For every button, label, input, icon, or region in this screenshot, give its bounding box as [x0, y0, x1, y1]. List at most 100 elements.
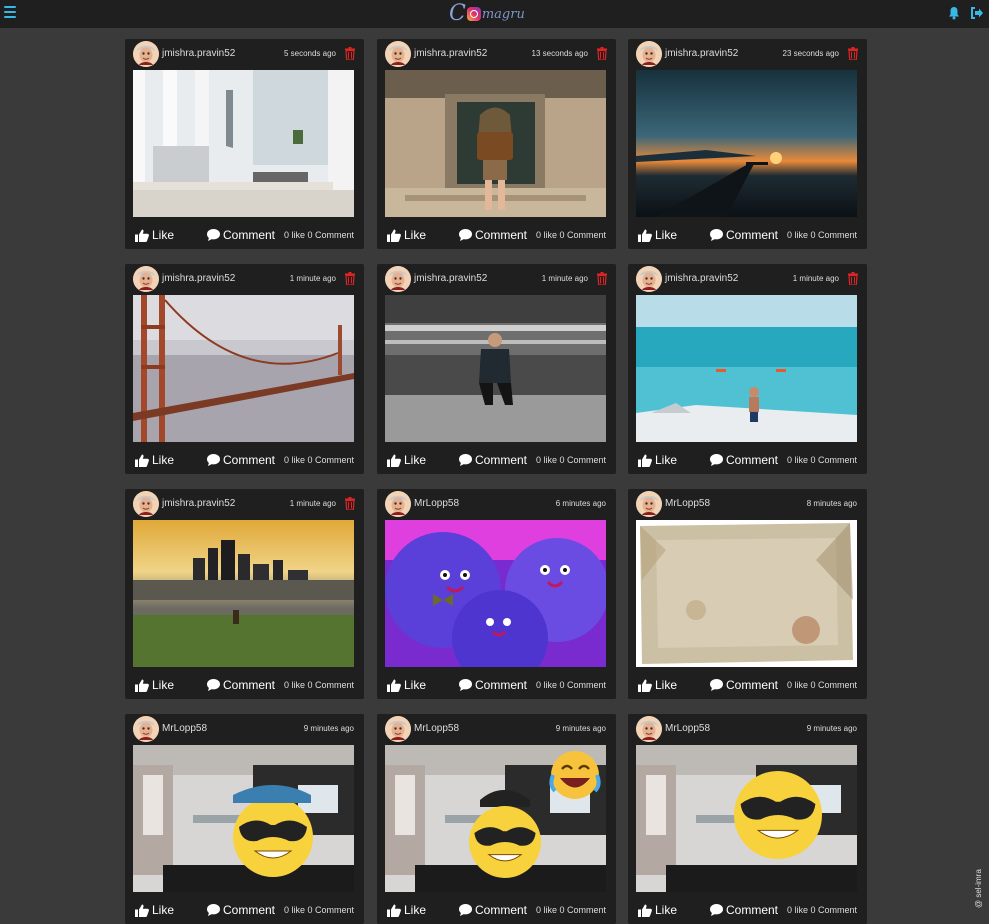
avatar[interactable] — [385, 716, 411, 742]
post-photo[interactable] — [385, 295, 606, 442]
delete-trash-icon[interactable] — [848, 272, 858, 286]
avatar[interactable] — [636, 41, 662, 67]
logout-icon[interactable] — [970, 6, 984, 20]
logo-initial: C — [449, 1, 466, 26]
like-label: Like — [655, 228, 678, 242]
like-button[interactable]: Like — [387, 903, 426, 917]
comment-button[interactable]: Comment — [207, 678, 275, 692]
post-username[interactable]: MrLopp58 — [414, 723, 459, 734]
post-username[interactable]: jmishra.pravin52 — [414, 48, 487, 59]
post-photo[interactable] — [636, 70, 857, 217]
post-stats: 0 like 0 Comment — [283, 230, 354, 240]
post-stats: 0 like 0 Comment — [786, 680, 857, 690]
like-label: Like — [404, 903, 427, 917]
post-card: MrLopp58 8 minutes ago Like Comment 0 li… — [628, 489, 867, 699]
comment-button[interactable]: Comment — [459, 903, 527, 917]
comment-button[interactable]: Comment — [710, 453, 778, 467]
delete-trash-icon[interactable] — [597, 47, 607, 61]
comment-button[interactable]: Comment — [207, 228, 275, 242]
like-label: Like — [404, 678, 427, 692]
post-photo[interactable] — [133, 70, 354, 217]
like-button[interactable]: Like — [638, 453, 677, 467]
like-button[interactable]: Like — [387, 678, 426, 692]
avatar[interactable] — [636, 491, 662, 517]
avatar[interactable] — [385, 266, 411, 292]
camera-logo-icon — [466, 7, 481, 21]
like-button[interactable]: Like — [638, 678, 677, 692]
post-username[interactable]: MrLopp58 — [665, 723, 710, 734]
like-button[interactable]: Like — [135, 678, 174, 692]
post-photo[interactable] — [636, 295, 857, 442]
post-timestamp: 13 seconds ago — [531, 49, 589, 58]
post-username[interactable]: jmishra.pravin52 — [162, 48, 235, 59]
like-button[interactable]: Like — [387, 228, 426, 242]
like-button[interactable]: Like — [135, 228, 174, 242]
comment-button[interactable]: Comment — [207, 903, 275, 917]
post-username[interactable]: jmishra.pravin52 — [162, 498, 235, 509]
thumbs-up-icon — [638, 904, 655, 917]
post-username[interactable]: MrLopp58 — [665, 498, 710, 509]
post-timestamp: 9 minutes ago — [806, 724, 857, 733]
post-photo[interactable] — [133, 295, 354, 442]
delete-trash-icon[interactable] — [597, 272, 607, 286]
comment-button[interactable]: Comment — [459, 678, 527, 692]
like-button[interactable]: Like — [387, 453, 426, 467]
post-actions: Like Comment 0 like 0 Comment — [377, 450, 616, 472]
post-header: jmishra.pravin52 13 seconds ago — [377, 39, 616, 69]
like-button[interactable]: Like — [135, 453, 174, 467]
avatar[interactable] — [636, 266, 662, 292]
post-photo[interactable] — [133, 745, 354, 892]
hamburger-menu-icon[interactable] — [4, 6, 16, 18]
post-photo[interactable] — [636, 520, 857, 667]
post-photo[interactable] — [385, 520, 606, 667]
post-username[interactable]: MrLopp58 — [162, 723, 207, 734]
like-button[interactable]: Like — [638, 903, 677, 917]
comment-label: Comment — [223, 678, 276, 692]
comment-button[interactable]: Comment — [710, 678, 778, 692]
like-label: Like — [655, 678, 678, 692]
thumbs-up-icon — [638, 229, 655, 242]
avatar[interactable] — [133, 266, 159, 292]
comment-button[interactable]: Comment — [459, 228, 527, 242]
post-username[interactable]: jmishra.pravin52 — [414, 273, 487, 284]
post-photo[interactable] — [133, 520, 354, 667]
delete-trash-icon[interactable] — [848, 47, 858, 61]
app-logo[interactable]: C magru — [449, 2, 525, 26]
post-stats: 0 like 0 Comment — [786, 455, 857, 465]
post-username[interactable]: MrLopp58 — [414, 498, 459, 509]
avatar[interactable] — [636, 716, 662, 742]
delete-trash-icon[interactable] — [345, 47, 355, 61]
post-photo[interactable] — [385, 745, 606, 892]
comment-bubble-icon — [207, 904, 223, 916]
post-timestamp: 1 minute ago — [289, 274, 336, 283]
like-button[interactable]: Like — [135, 903, 174, 917]
post-card: jmishra.pravin52 13 seconds ago Like Com… — [377, 39, 616, 249]
comment-bubble-icon — [207, 454, 223, 466]
delete-trash-icon[interactable] — [345, 272, 355, 286]
like-button[interactable]: Like — [638, 228, 677, 242]
post-card: MrLopp58 9 minutes ago Like Comment 0 li… — [628, 714, 867, 924]
avatar[interactable] — [385, 491, 411, 517]
post-image-sunset-pier — [636, 70, 857, 217]
post-actions: Like Comment 0 like 0 Comment — [125, 900, 364, 922]
delete-trash-icon[interactable] — [345, 497, 355, 511]
comment-button[interactable]: Comment — [710, 903, 778, 917]
post-card: MrLopp58 9 minutes ago Like Comment 0 li… — [377, 714, 616, 924]
post-actions: Like Comment 0 like 0 Comment — [377, 675, 616, 697]
post-photo[interactable] — [636, 745, 857, 892]
post-stats: 0 like 0 Comment — [283, 680, 354, 690]
post-username[interactable]: jmishra.pravin52 — [162, 273, 235, 284]
notification-bell-icon[interactable] — [948, 6, 960, 20]
avatar[interactable] — [133, 716, 159, 742]
avatar[interactable] — [133, 41, 159, 67]
avatar[interactable] — [385, 41, 411, 67]
comment-button[interactable]: Comment — [710, 228, 778, 242]
post-image-golden-gate-bridge — [133, 295, 354, 442]
post-photo[interactable] — [385, 70, 606, 217]
post-username[interactable]: jmishra.pravin52 — [665, 48, 738, 59]
post-image-old-paper — [636, 520, 857, 667]
post-username[interactable]: jmishra.pravin52 — [665, 273, 738, 284]
comment-button[interactable]: Comment — [459, 453, 527, 467]
comment-button[interactable]: Comment — [207, 453, 275, 467]
avatar[interactable] — [133, 491, 159, 517]
